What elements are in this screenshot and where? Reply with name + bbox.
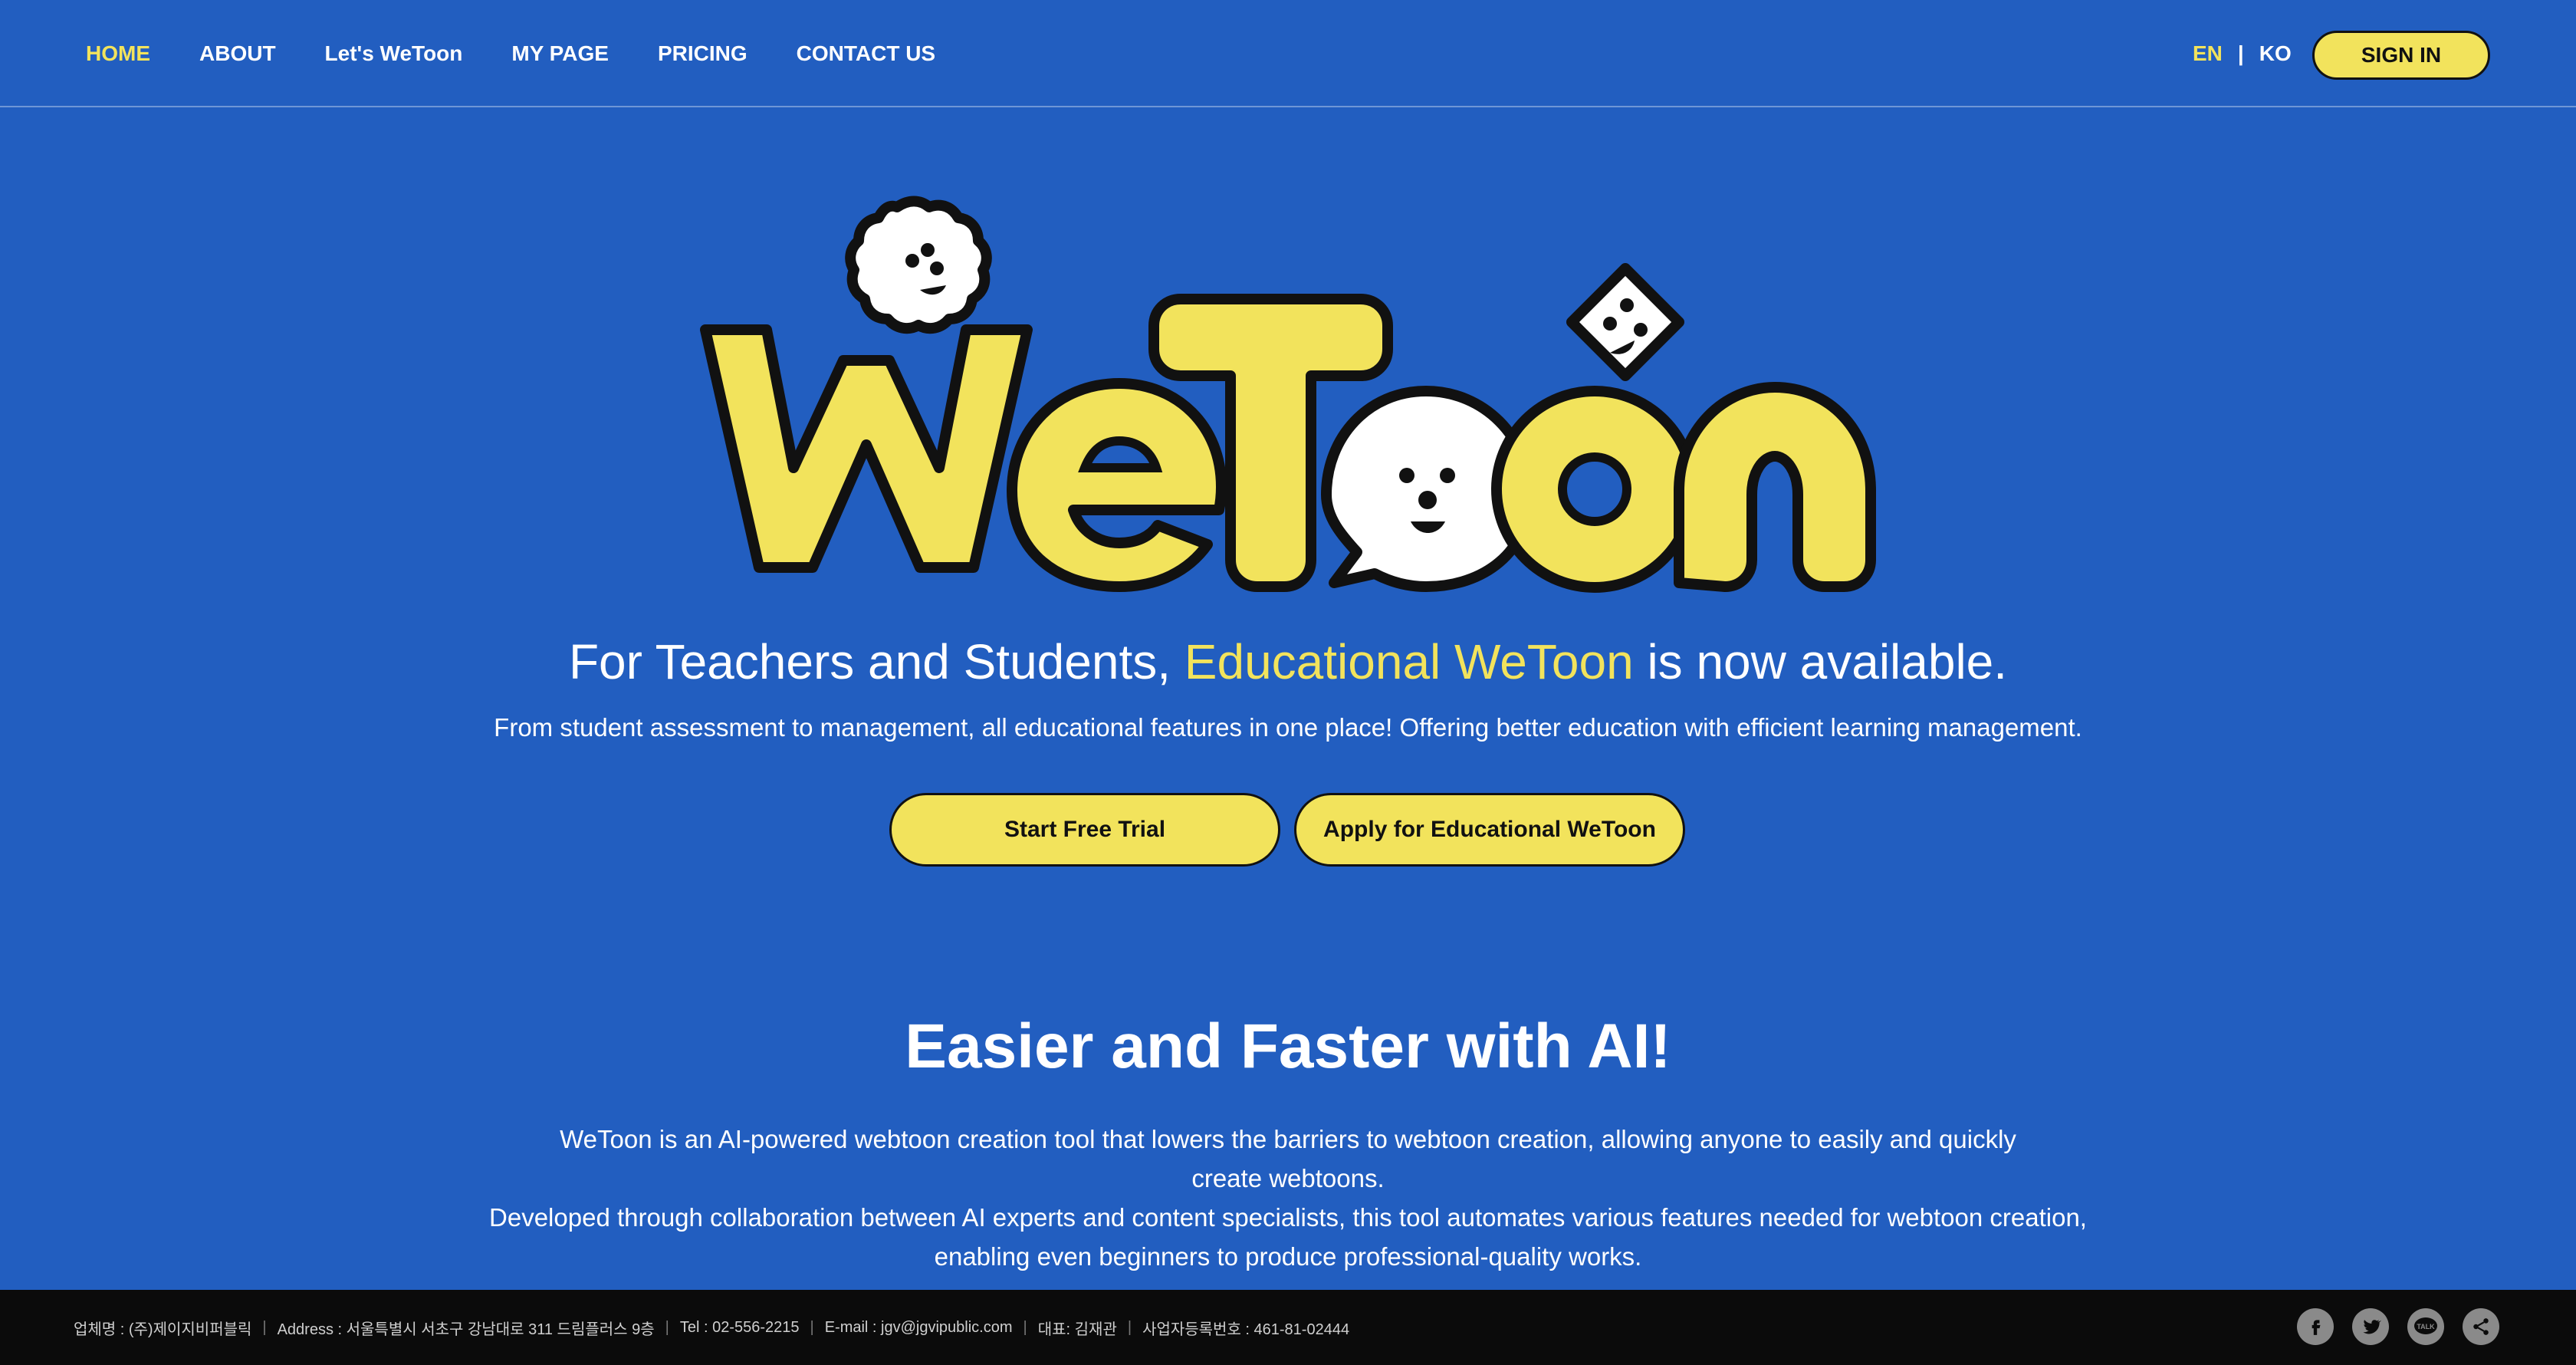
language-switcher: EN | KO	[2193, 0, 2292, 107]
footer-divider: |	[1023, 1318, 1027, 1336]
footer-divider: |	[262, 1318, 267, 1336]
sign-in-button[interactable]: SIGN IN	[2312, 31, 2490, 80]
footer-company: 업체명 : (주)제이지비퍼블릭	[74, 1321, 252, 1338]
footer-address: Address : 서울특별시 서초구 강남대로 311 드림플러스 9층	[277, 1321, 655, 1338]
section-title: Easier and Faster with AI!	[905, 1011, 1671, 1081]
kakaotalk-icon-label: TALK	[2417, 1323, 2435, 1330]
company-info: 업체명 : (주)제이지비퍼블릭 | Address : 서울특별시 서초구 강…	[74, 1290, 1349, 1365]
apply-educational-button[interactable]: Apply for Educational WeToon	[1294, 793, 1685, 867]
footer-business-number: 사업자등록번호 : 461-81-02444	[1142, 1321, 1350, 1338]
footer-email: E-mail : jgv@jgvipublic.com	[824, 1318, 1013, 1336]
facebook-icon[interactable]	[2297, 1308, 2334, 1345]
kakaotalk-icon[interactable]: TALK	[2407, 1308, 2444, 1345]
site-footer: 업체명 : (주)제이지비퍼블릭 | Address : 서울특별시 서초구 강…	[0, 1290, 2576, 1365]
social-links: TALK	[2297, 1308, 2499, 1345]
lang-en[interactable]: EN	[2193, 41, 2223, 66]
footer-tel: Tel : 02-556-2215	[679, 1318, 800, 1336]
hero-subline: From student assessment to management, a…	[494, 713, 2082, 742]
footer-ceo: 대표: 김재관	[1037, 1321, 1117, 1338]
nav-my-page[interactable]: MY PAGE	[511, 41, 609, 66]
nav-pricing[interactable]: PRICING	[658, 41, 748, 66]
description-line: WeToon is an AI-powered webtoon creation…	[560, 1125, 2016, 1153]
share-icon[interactable]	[2463, 1308, 2499, 1345]
description-line: create webtoons.	[1191, 1164, 1385, 1192]
start-free-trial-button[interactable]: Start Free Trial	[889, 793, 1280, 867]
nav-contact-us[interactable]: CONTACT US	[797, 41, 935, 66]
footer-divider: |	[810, 1318, 814, 1336]
nav-home[interactable]: HOME	[86, 41, 150, 66]
headline-highlight: Educational WeToon	[1184, 634, 1634, 689]
description-line: enabling even beginners to produce profe…	[934, 1242, 1642, 1271]
main-nav: HOME ABOUT Let's WeToon MY PAGE PRICING …	[86, 0, 984, 107]
headline-pre: For Teachers and Students,	[568, 634, 1184, 689]
headline-post: is now available.	[1633, 634, 2008, 689]
section-description: WeToon is an AI-powered webtoon creation…	[429, 1120, 2147, 1276]
wetoon-logo	[659, 184, 1917, 598]
hero-headline: For Teachers and Students, Educational W…	[0, 633, 2576, 690]
nav-lets-wetoon[interactable]: Let's WeToon	[325, 41, 463, 66]
twitter-icon[interactable]	[2352, 1308, 2389, 1345]
footer-divider: |	[665, 1318, 669, 1336]
lang-ko[interactable]: KO	[2259, 41, 2292, 66]
nav-about[interactable]: ABOUT	[199, 41, 276, 66]
lang-separator: |	[2237, 41, 2244, 65]
top-navigation-bar: HOME ABOUT Let's WeToon MY PAGE PRICING …	[0, 0, 2576, 107]
wetoon-logo-graphic	[700, 196, 1876, 593]
footer-divider: |	[1127, 1318, 1132, 1336]
hero-cta-group: Start Free Trial Apply for Educational W…	[889, 793, 1685, 867]
description-line: Developed through collaboration between …	[489, 1203, 2087, 1232]
